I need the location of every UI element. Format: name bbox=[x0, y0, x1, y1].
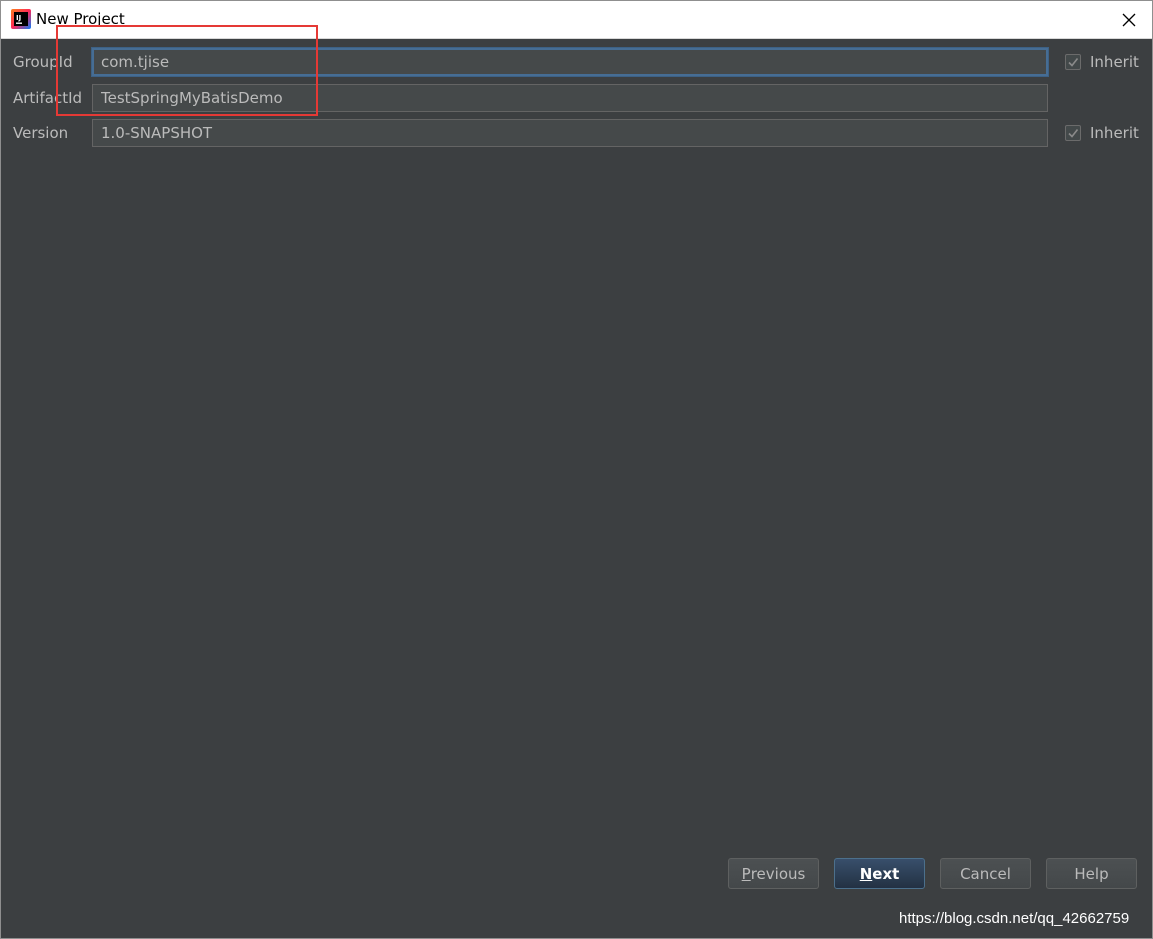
group-id-label: GroupId bbox=[13, 53, 73, 71]
version-inherit-check-box[interactable] bbox=[1065, 125, 1081, 141]
checkmark-icon bbox=[1068, 129, 1079, 138]
checkmark-icon bbox=[1068, 58, 1079, 67]
new-project-dialog: IJ New Project GroupId Inherit ArtifactI… bbox=[0, 0, 1153, 939]
help-label: Help bbox=[1074, 864, 1109, 883]
previous-mnemonic: P bbox=[741, 864, 751, 883]
artifact-id-input[interactable] bbox=[92, 84, 1048, 112]
window-title: New Project bbox=[36, 10, 125, 28]
svg-text:IJ: IJ bbox=[16, 14, 21, 22]
artifact-id-label: ArtifactId bbox=[13, 89, 83, 107]
version-input[interactable] bbox=[92, 119, 1048, 147]
dialog-content: GroupId Inherit ArtifactId Version Inher… bbox=[1, 39, 1152, 938]
next-mnemonic: N bbox=[859, 864, 873, 883]
group-id-inherit-checkbox[interactable]: Inherit bbox=[1065, 52, 1139, 72]
help-button[interactable]: Help bbox=[1046, 858, 1137, 889]
cancel-button[interactable]: Cancel bbox=[940, 858, 1031, 889]
previous-label: revious bbox=[750, 864, 806, 883]
version-label: Version bbox=[13, 124, 69, 142]
title-bar: IJ New Project bbox=[1, 1, 1152, 39]
group-inherit-label: Inherit bbox=[1090, 53, 1139, 71]
close-icon bbox=[1122, 13, 1136, 26]
version-inherit-checkbox[interactable]: Inherit bbox=[1065, 123, 1139, 143]
next-label: ext bbox=[872, 864, 900, 883]
intellij-idea-icon: IJ bbox=[11, 9, 31, 29]
group-id-input[interactable] bbox=[92, 48, 1048, 76]
version-inherit-label: Inherit bbox=[1090, 124, 1139, 142]
cancel-label: Cancel bbox=[960, 864, 1011, 883]
group-inherit-check-box[interactable] bbox=[1065, 54, 1081, 70]
next-button[interactable]: Next bbox=[834, 858, 925, 889]
close-button[interactable] bbox=[1106, 1, 1152, 38]
previous-button[interactable]: Previous bbox=[728, 858, 819, 889]
